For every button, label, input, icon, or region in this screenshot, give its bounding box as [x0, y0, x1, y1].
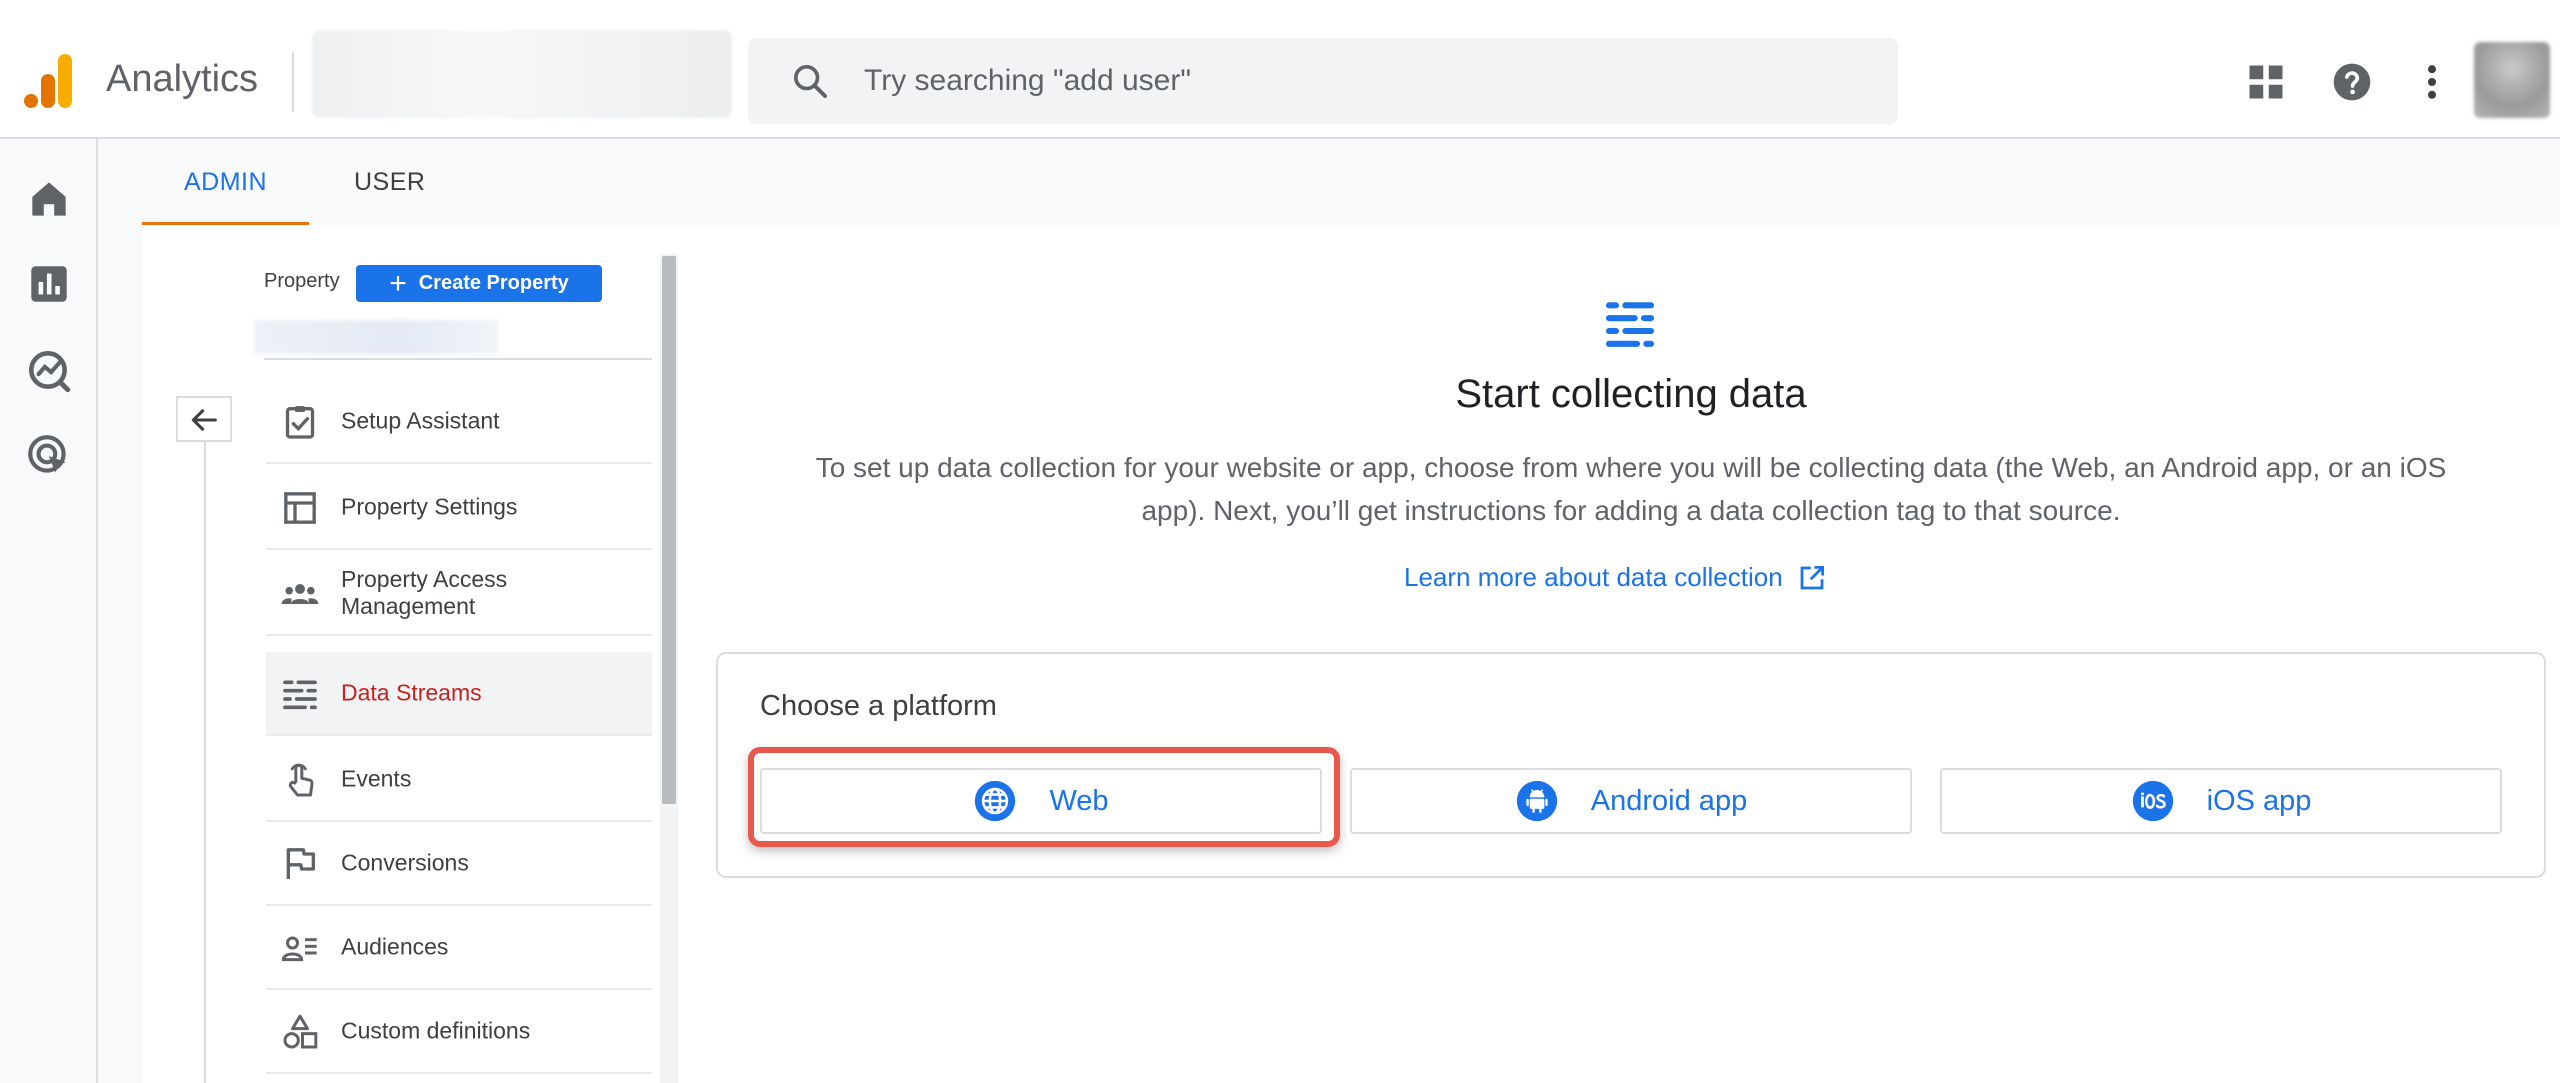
nav-label: Custom definitions: [341, 1017, 531, 1044]
property-section-label: Property: [264, 270, 340, 292]
audience-icon: [281, 936, 317, 962]
people-icon: [281, 584, 319, 604]
header-divider: [292, 52, 294, 112]
account-picker[interactable]: [312, 30, 732, 118]
nav-item-audiences[interactable]: Audiences: [266, 906, 652, 990]
nav-item-property-settings[interactable]: Property Settings: [266, 466, 652, 550]
touch-icon: [288, 763, 314, 797]
data-streams-icon: [1605, 302, 1655, 347]
explore-icon[interactable]: [24, 345, 74, 395]
page-description: To set up data collection for your websi…: [815, 452, 2447, 526]
learn-more-label: Learn more about data collection: [1404, 562, 1783, 592]
search-bar[interactable]: [748, 38, 1898, 124]
nav-label: Events: [341, 765, 412, 792]
nav-item-conversions[interactable]: Conversions: [266, 822, 652, 906]
learn-more-link[interactable]: Learn more about data collection: [1404, 562, 1827, 593]
nav-label: Setup Assistant: [341, 407, 500, 434]
open-in-new-icon: [1800, 565, 1824, 589]
ios-platform-label: iOS app: [2206, 784, 2312, 817]
reports-icon[interactable]: [24, 259, 74, 309]
property-selector[interactable]: [254, 320, 498, 354]
nav-item-setup-assistant[interactable]: Setup Assistant: [266, 380, 652, 464]
analytics-logo[interactable]: [24, 54, 74, 108]
android-icon: [1516, 780, 1557, 822]
search-input[interactable]: [862, 38, 1862, 124]
tab-admin[interactable]: ADMIN: [142, 139, 310, 225]
flag-icon: [286, 848, 315, 879]
plus-icon: +: [389, 266, 407, 300]
page-title: Start collecting data: [1455, 372, 1807, 416]
left-nav-rail: [0, 139, 98, 1083]
nav-label: Property Access Management: [341, 566, 508, 619]
top-app-bar: Analytics: [0, 0, 2560, 139]
nav-label: Data Streams: [341, 679, 482, 706]
arrow-back-icon: [191, 409, 217, 431]
shapes-icon: [283, 1014, 318, 1049]
nav-item-property-access-management[interactable]: Property Access Management: [266, 552, 652, 636]
platform-title: Choose a platform: [760, 690, 997, 722]
advertising-icon[interactable]: [24, 431, 74, 481]
android-platform-button[interactable]: Android app: [1350, 768, 1912, 834]
tab-user[interactable]: USER: [312, 139, 467, 225]
nav-tree-line: [204, 442, 206, 1083]
app-title: Analytics: [106, 58, 259, 100]
back-button[interactable]: [176, 396, 232, 442]
nav-divider: [264, 358, 652, 360]
avatar[interactable]: [2474, 42, 2550, 118]
layout-icon: [284, 492, 316, 524]
ios-icon: [2132, 780, 2173, 822]
android-platform-label: Android app: [1590, 784, 1748, 817]
home-icon[interactable]: [24, 174, 74, 224]
clipboard-check-icon: [285, 406, 315, 439]
help-icon[interactable]: [2330, 60, 2374, 104]
search-icon: [794, 65, 827, 98]
ios-platform-button[interactable]: iOS app: [1940, 768, 2502, 834]
nav-label: Property Settings: [341, 493, 518, 520]
nav-label: Audiences: [341, 933, 449, 960]
nav-label: Conversions: [341, 849, 469, 876]
nav-item-data-streams[interactable]: Data Streams: [266, 652, 652, 736]
data-streams-icon: [283, 680, 317, 710]
nav-scrollbar-thumb[interactable]: [662, 256, 676, 804]
create-property-label: Create Property: [418, 272, 569, 294]
more-vert-icon[interactable]: [2410, 60, 2454, 104]
nav-item-events[interactable]: Events: [266, 738, 652, 822]
apps-grid-icon[interactable]: [2244, 60, 2288, 104]
web-button-highlight: [748, 747, 1340, 847]
create-property-button[interactable]: + Create Property: [356, 265, 602, 302]
nav-item-custom-definitions[interactable]: Custom definitions: [266, 990, 652, 1074]
